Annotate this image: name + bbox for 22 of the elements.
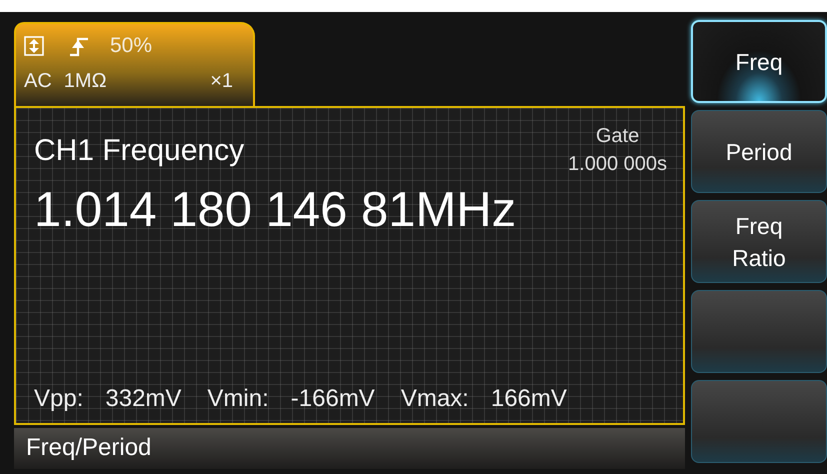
stat-value: -166mV [290,385,375,413]
channel-tab[interactable]: 50% AC 1MΩ ×1 [14,22,255,106]
stat-value: 332mV [105,385,182,413]
measurement-title: CH1 Frequency [34,134,244,169]
softkey-button[interactable]: Freq [691,20,827,103]
stat-label: Vpp: [34,385,84,413]
softkey-button[interactable] [691,290,827,373]
status-bar: Freq/Period [14,428,685,469]
impedance-label: 1MΩ [64,70,107,93]
gate-value: 1.000 000s [568,152,667,177]
stat-value: 166mV [490,385,567,413]
frequency-reading: 1.014 180 146 81MHz [34,182,518,238]
gate-label: Gate [596,124,640,149]
trigger-level: 50% [110,34,152,58]
coupling-label: AC [24,70,52,93]
stat-label: Vmin: [207,385,269,413]
stat-label: Vmax: [400,385,469,413]
softkey-button[interactable]: Period [691,110,827,193]
softkey-button[interactable]: Freq Ratio [691,200,827,283]
attenuation-label: ×1 [210,70,233,93]
vertical-arrows-icon [24,36,44,56]
softkey-button[interactable] [691,380,827,463]
